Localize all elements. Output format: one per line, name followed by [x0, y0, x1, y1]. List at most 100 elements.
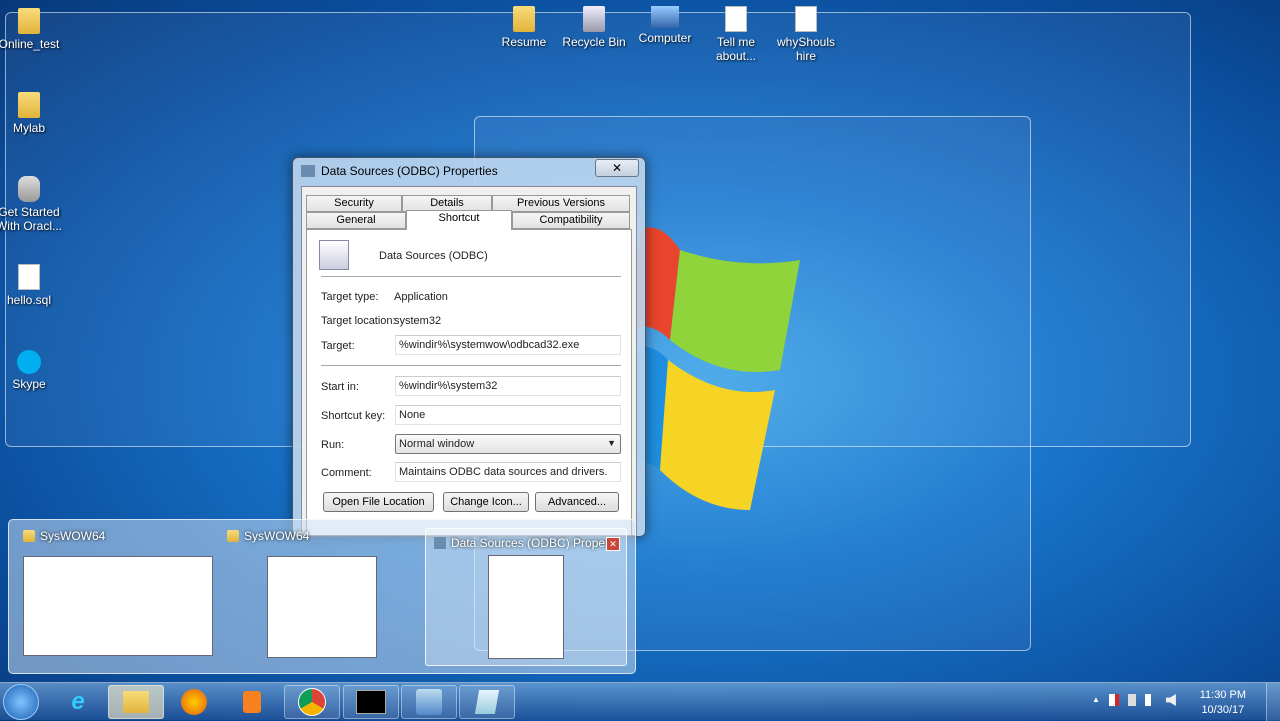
divider: [321, 365, 621, 366]
computer-icon: [651, 6, 679, 28]
desktop-icon-oracle[interactable]: Get Started With Oracl...: [0, 176, 64, 233]
shortcut-key-label: Shortcut key:: [321, 410, 386, 422]
desktop-icon-skype[interactable]: Skype: [0, 350, 64, 391]
folder-icon: [18, 92, 40, 118]
taskbar-thumbnail-preview: SysWOW64 SysWOW64 Data Sources (ODBC) Pr…: [8, 519, 636, 674]
command-prompt-icon: [356, 690, 386, 714]
desktop-icon-recycle-bin[interactable]: Recycle Bin: [559, 6, 629, 49]
taskbar-control-panel[interactable]: [401, 685, 457, 719]
close-button[interactable]: ✕: [595, 159, 639, 177]
taskbar: e ▲ 11:30 PM 10/30/17: [0, 682, 1280, 721]
thumbnail-odbc-properties[interactable]: Data Sources (ODBC) Proper... ✕: [425, 528, 627, 666]
chrome-icon: [298, 688, 326, 716]
thumbnail-title: Data Sources (ODBC) Proper...: [451, 536, 619, 550]
volume-icon[interactable]: [1165, 694, 1176, 706]
file-icon: [795, 6, 817, 32]
control-panel-icon: [416, 689, 442, 715]
taskbar-media-player[interactable]: [224, 685, 280, 719]
divider: [321, 276, 621, 277]
icon-label: Get Started With Oracl...: [0, 205, 62, 233]
target-type-label: Target type:: [321, 291, 379, 303]
dialog-title: Data Sources (ODBC) Properties: [321, 164, 498, 178]
properties-dialog: Data Sources (ODBC) Properties ✕ Securit…: [292, 157, 646, 537]
comment-label: Comment:: [321, 467, 372, 479]
icon-label: hello.sql: [6, 293, 52, 307]
file-icon: [725, 6, 747, 32]
shortcut-app-icon: [301, 165, 315, 177]
icon-label: Mylab: [12, 121, 45, 135]
icon-label: Online_test: [0, 37, 60, 51]
window-preview: [23, 556, 213, 656]
recycle-bin-icon: [583, 6, 605, 32]
start-in-input[interactable]: %windir%\system32: [395, 376, 621, 396]
folder-icon: [227, 530, 239, 542]
desktop-icon-computer[interactable]: Computer: [630, 6, 700, 45]
taskbar-firefox[interactable]: [166, 685, 222, 719]
icon-label: Skype: [12, 377, 46, 391]
open-file-location-button[interactable]: Open File Location: [323, 492, 434, 512]
shortcut-key-input[interactable]: None: [395, 405, 621, 425]
firefox-icon: [181, 689, 207, 715]
date: 10/30/17: [1201, 704, 1245, 716]
taskbar-explorer[interactable]: [108, 685, 164, 719]
target-label: Target:: [321, 340, 355, 352]
folder-icon: [513, 6, 535, 32]
network-icon[interactable]: [1144, 694, 1157, 706]
shortcut-app-icon: [434, 537, 446, 549]
notepad-icon: [474, 690, 500, 714]
icon-label: Computer: [638, 31, 692, 45]
taskbar-ie[interactable]: e: [50, 685, 106, 719]
taskbar-cmd[interactable]: [343, 685, 399, 719]
file-icon: [18, 264, 40, 290]
desktop-icon-online-test[interactable]: Online_test: [0, 8, 64, 51]
action-center-icon[interactable]: [1108, 694, 1119, 706]
icon-label: Tell me about...: [715, 35, 757, 63]
tab-general[interactable]: General: [306, 212, 406, 229]
desktop-icon-mylab[interactable]: Mylab: [0, 92, 64, 135]
desktop-icon-hello-sql[interactable]: hello.sql: [0, 264, 64, 307]
dialog-body: Security Details Previous Versions Gener…: [301, 186, 637, 536]
target-location-value: system32: [394, 315, 442, 327]
tab-security[interactable]: Security: [306, 195, 402, 212]
tab-shortcut[interactable]: Shortcut: [406, 210, 512, 230]
run-label: Run:: [321, 439, 345, 451]
icon-label: Resume: [501, 35, 547, 49]
taskbar-notepad[interactable]: [459, 685, 515, 719]
chevron-down-icon: ▼: [607, 438, 616, 448]
folder-icon: [18, 8, 40, 34]
folder-icon: [123, 691, 149, 713]
start-in-label: Start in:: [321, 381, 359, 393]
start-button[interactable]: [3, 684, 39, 720]
comment-input[interactable]: Maintains ODBC data sources and drivers.: [395, 462, 621, 482]
clock[interactable]: 11:30 PM 10/30/17: [1200, 688, 1246, 718]
show-hidden-icons-button[interactable]: ▲: [1092, 694, 1100, 706]
show-desktop-button[interactable]: [1266, 683, 1280, 721]
desktop-icon-tell-me[interactable]: Tell me about...: [701, 6, 771, 63]
target-input[interactable]: %windir%\systemwow\odbcad32.exe: [395, 335, 621, 355]
thumbnail-close-button[interactable]: ✕: [606, 537, 620, 551]
desktop-icon-resume[interactable]: Resume: [489, 6, 559, 49]
thumbnail-title: SysWOW64: [244, 529, 310, 543]
change-icon-button[interactable]: Change Icon...: [443, 492, 529, 512]
run-select[interactable]: Normal window ▼: [395, 434, 621, 454]
app-name: Data Sources (ODBC): [379, 250, 488, 262]
time: 11:30 PM: [1199, 689, 1246, 701]
thumbnail-syswow64-1[interactable]: SysWOW64: [23, 528, 215, 666]
power-icon[interactable]: [1127, 694, 1136, 706]
desktop-icon-why-hire[interactable]: whyShouls hire: [771, 6, 841, 63]
tab-compatibility[interactable]: Compatibility: [512, 212, 630, 229]
window-preview: [488, 555, 564, 659]
run-value: Normal window: [399, 438, 475, 450]
system-tray: ▲: [1092, 694, 1176, 706]
tab-previous-versions[interactable]: Previous Versions: [492, 195, 630, 212]
target-location-label: Target location:: [321, 315, 396, 327]
window-preview: [267, 556, 377, 658]
odbc-app-icon: [319, 240, 349, 270]
icon-label: whyShouls hire: [776, 35, 836, 63]
thumbnail-title: SysWOW64: [40, 529, 106, 543]
thumbnail-syswow64-2[interactable]: SysWOW64: [227, 528, 387, 666]
advanced-button[interactable]: Advanced...: [535, 492, 619, 512]
skype-icon: [17, 350, 41, 374]
target-type-value: Application: [394, 291, 448, 303]
taskbar-chrome[interactable]: [284, 685, 340, 719]
